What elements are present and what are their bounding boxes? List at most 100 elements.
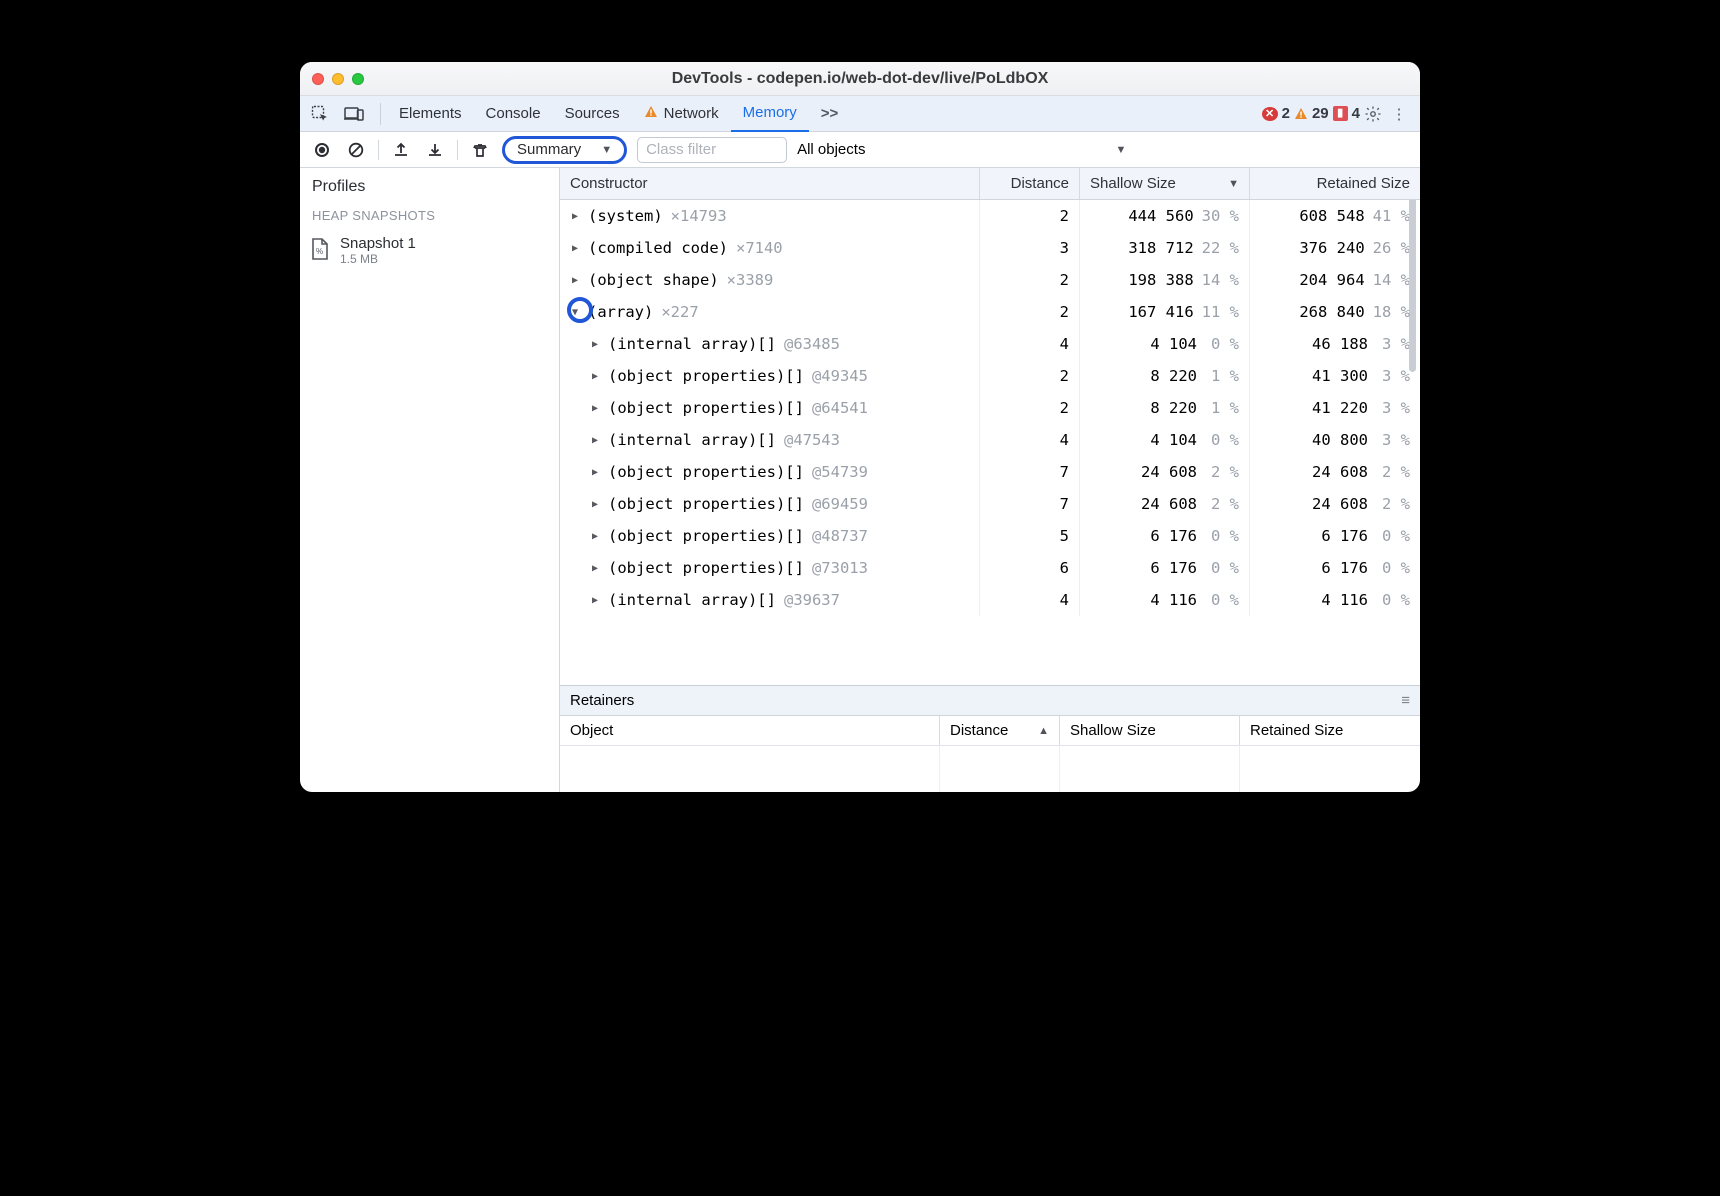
more-menu-icon[interactable]: ⋮ <box>1386 101 1412 127</box>
col-distance[interactable]: Distance <box>980 168 1080 199</box>
disclosure-icon[interactable]: ▶ <box>590 339 600 350</box>
col-constructor[interactable]: Constructor <box>560 168 980 199</box>
tab-console[interactable]: Console <box>474 96 553 132</box>
table-row[interactable]: ▶(object properties)[] @6454128 2201 %41… <box>560 392 1420 424</box>
table-row[interactable]: ▼(array) ×2272167 41611 %268 84018 % <box>560 296 1420 328</box>
chevron-down-icon: ▼ <box>601 144 612 156</box>
instance-count: ×3389 <box>727 271 774 289</box>
disclosure-icon[interactable]: ▶ <box>590 371 600 382</box>
record-icon[interactable] <box>310 138 334 162</box>
error-icon: ✕ <box>1262 107 1278 121</box>
instance-count: ×227 <box>661 303 698 321</box>
object-id: @69459 <box>812 495 868 513</box>
sort-asc-icon: ▲ <box>1038 725 1049 737</box>
tab-network[interactable]: Network <box>632 96 731 132</box>
disclosure-icon[interactable]: ▶ <box>570 275 580 286</box>
disclosure-icon[interactable]: ▶ <box>570 243 580 254</box>
tab-sources[interactable]: Sources <box>553 96 632 132</box>
col-shallow[interactable]: Shallow Size▼ <box>1080 168 1250 199</box>
disclosure-icon[interactable]: ▶ <box>590 435 600 446</box>
devtools-window: DevTools - codepen.io/web-dot-dev/live/P… <box>300 62 1420 792</box>
clear-icon[interactable] <box>344 138 368 162</box>
traffic-lights <box>312 62 364 95</box>
snapshot-item[interactable]: % Snapshot 1 1.5 MB <box>300 229 559 272</box>
zoom-window-button[interactable] <box>352 73 364 85</box>
sidebar-category: HEAP SNAPSHOTS <box>300 204 559 229</box>
constructor-name: (internal array)[] <box>608 591 776 609</box>
snapshot-name: Snapshot 1 <box>340 235 416 252</box>
table-row[interactable]: ▶(object properties)[] @7301366 1760 %6 … <box>560 552 1420 584</box>
object-id: @73013 <box>812 559 868 577</box>
constructor-name: (system) <box>588 207 663 225</box>
sort-desc-icon: ▼ <box>1228 178 1239 190</box>
ret-col-shallow[interactable]: Shallow Size <box>1060 716 1240 745</box>
object-id: @48737 <box>812 527 868 545</box>
window-title: DevTools - codepen.io/web-dot-dev/live/P… <box>672 70 1049 88</box>
heap-table: Constructor Distance Shallow Size▼ Retai… <box>560 168 1420 792</box>
object-id: @64541 <box>812 399 868 417</box>
class-filter-input[interactable]: Class filter <box>637 137 787 163</box>
scrollbar[interactable] <box>1409 172 1416 372</box>
expand-highlight <box>567 297 593 323</box>
instance-count: ×14793 <box>671 207 727 225</box>
disclosure-icon[interactable]: ▶ <box>590 467 600 478</box>
table-row[interactable]: ▶(object properties)[] @4873756 1760 %6 … <box>560 520 1420 552</box>
retainers-pane: Retainers ≡ Object Distance▲ Shallow Siz… <box>560 685 1420 792</box>
constructor-name: (object properties)[] <box>608 463 804 481</box>
inspect-element-icon[interactable] <box>308 102 332 126</box>
tabs-overflow-button[interactable]: >> <box>809 96 851 132</box>
separator <box>378 140 379 160</box>
tab-memory[interactable]: Memory <box>731 96 809 132</box>
issue-icon: ▮ <box>1333 106 1348 121</box>
constructor-name: (internal array)[] <box>608 335 776 353</box>
minimize-window-button[interactable] <box>332 73 344 85</box>
device-toolbar-icon[interactable] <box>342 102 366 126</box>
object-id: @47543 <box>784 431 840 449</box>
close-window-button[interactable] <box>312 73 324 85</box>
snapshot-size: 1.5 MB <box>340 252 416 266</box>
object-scope-select[interactable]: All objects ▼ <box>797 141 1126 158</box>
ret-col-retained[interactable]: Retained Size <box>1240 716 1420 745</box>
table-row[interactable]: ▶(compiled code) ×71403318 71222 %376 24… <box>560 232 1420 264</box>
object-id: @39637 <box>784 591 840 609</box>
retainers-menu-icon[interactable]: ≡ <box>1401 692 1410 709</box>
retainers-title: Retainers <box>570 692 1401 709</box>
table-row[interactable]: ▶(object properties)[] @69459724 6082 %2… <box>560 488 1420 520</box>
disclosure-icon[interactable]: ▶ <box>590 499 600 510</box>
svg-text:%: % <box>316 247 323 256</box>
separator <box>380 103 381 125</box>
disclosure-icon[interactable]: ▶ <box>590 531 600 542</box>
col-retained[interactable]: Retained Size <box>1250 168 1420 199</box>
table-row[interactable]: ▶(internal array)[] @3963744 1160 %4 116… <box>560 584 1420 616</box>
instance-count: ×7140 <box>736 239 783 257</box>
warning-icon <box>1294 107 1308 121</box>
object-id: @49345 <box>812 367 868 385</box>
table-row[interactable]: ▶(object properties)[] @4934528 2201 %41… <box>560 360 1420 392</box>
table-row[interactable]: ▶(object shape) ×33892198 38814 %204 964… <box>560 264 1420 296</box>
memory-toolbar: Summary ▼ Class filter All objects ▼ <box>300 132 1420 168</box>
table-row[interactable]: ▶(internal array)[] @4754344 1040 %40 80… <box>560 424 1420 456</box>
titlebar: DevTools - codepen.io/web-dot-dev/live/P… <box>300 62 1420 96</box>
constructor-name: (object properties)[] <box>608 559 804 577</box>
constructor-name: (object properties)[] <box>608 367 804 385</box>
settings-gear-icon[interactable] <box>1360 101 1386 127</box>
disclosure-icon[interactable]: ▶ <box>570 211 580 222</box>
table-row[interactable]: ▶(system) ×147932444 56030 %608 54841 % <box>560 200 1420 232</box>
table-row[interactable]: ▶(object properties)[] @54739724 6082 %2… <box>560 456 1420 488</box>
status-counters[interactable]: ✕2 29 ▮4 <box>1262 105 1360 122</box>
constructor-name: (object properties)[] <box>608 399 804 417</box>
perspective-select[interactable]: Summary ▼ <box>502 136 627 164</box>
save-profile-icon[interactable] <box>423 138 447 162</box>
disclosure-icon[interactable]: ▶ <box>590 595 600 606</box>
tab-elements[interactable]: Elements <box>387 96 474 132</box>
object-id: @54739 <box>812 463 868 481</box>
table-row[interactable]: ▶(internal array)[] @6348544 1040 %46 18… <box>560 328 1420 360</box>
disclosure-icon[interactable]: ▶ <box>590 563 600 574</box>
ret-col-object[interactable]: Object <box>560 716 940 745</box>
load-profile-icon[interactable] <box>389 138 413 162</box>
ret-col-distance[interactable]: Distance▲ <box>940 716 1060 745</box>
constructor-name: (internal array)[] <box>608 431 776 449</box>
collect-garbage-icon[interactable] <box>468 138 492 162</box>
profiles-sidebar: Profiles HEAP SNAPSHOTS % Snapshot 1 1.5… <box>300 168 560 792</box>
disclosure-icon[interactable]: ▶ <box>590 403 600 414</box>
